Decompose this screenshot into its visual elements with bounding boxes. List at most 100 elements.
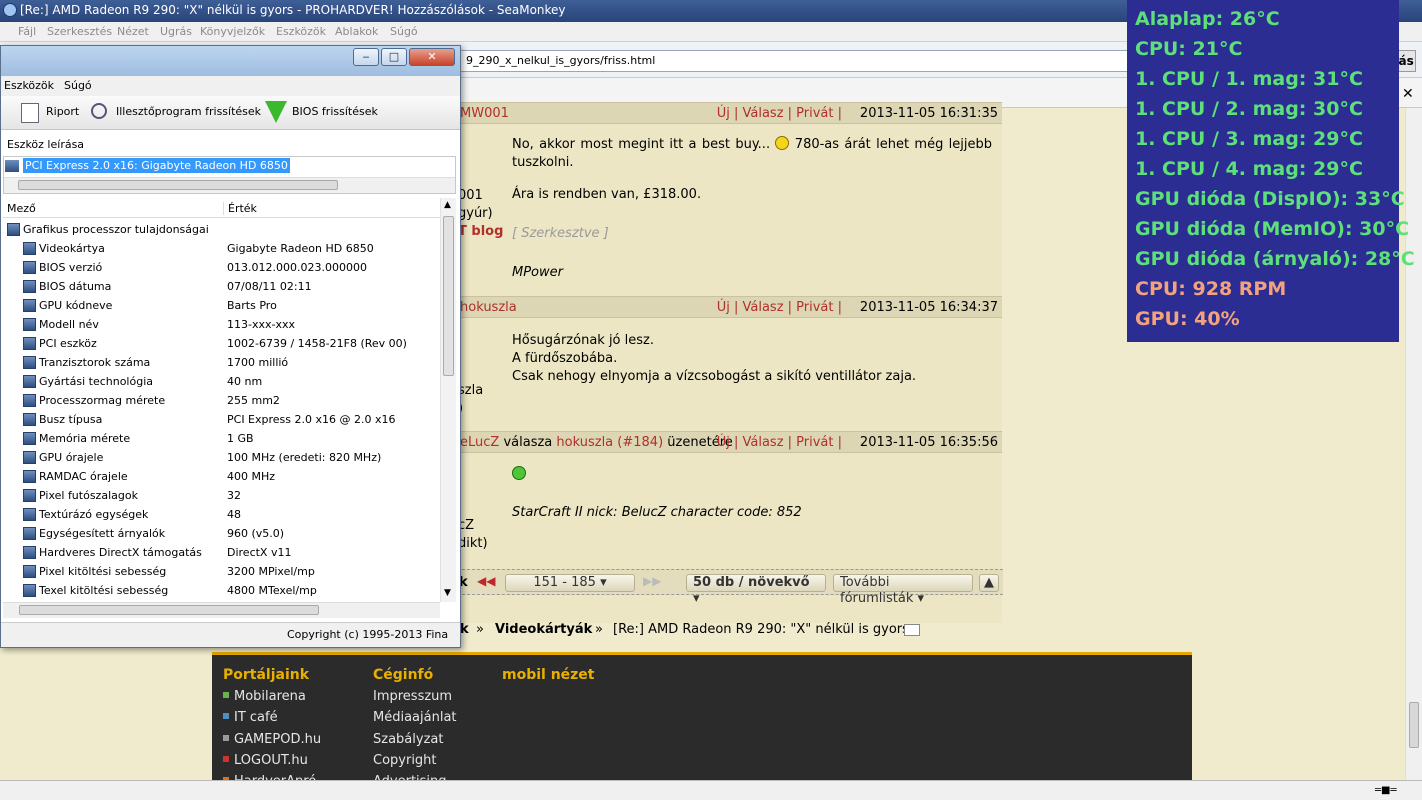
scrollbar-thumb[interactable]	[18, 180, 338, 190]
post-author-link[interactable]: hokuszla	[460, 300, 517, 315]
envelope-icon[interactable]	[904, 624, 920, 636]
tool-menu-help[interactable]: Súgó	[64, 79, 92, 92]
property-grid-hscrollbar[interactable]	[3, 602, 440, 618]
table-row[interactable]: Gyártási technológia 40 nm	[3, 372, 440, 391]
footer-link-szabalyzat[interactable]: Szabályzat	[373, 732, 443, 747]
more-forums-label: További fórumlisták	[840, 575, 914, 606]
post-author-link[interactable]: eLucZ	[460, 435, 499, 450]
menu-windows[interactable]: Ablakok	[335, 25, 378, 38]
close-tab-icon[interactable]: ✕	[1402, 86, 1414, 102]
table-row[interactable]: Videokártya Gigabyte Radeon HD 6850	[3, 239, 440, 258]
footer-link-mobilarena[interactable]: Mobilarena	[223, 689, 306, 704]
sensor-reading: 1. CPU / 1. mag: 31°C	[1135, 68, 1363, 90]
table-row[interactable]: BIOS verzió 013.012.000.023.000000	[3, 258, 440, 277]
more-forums-select[interactable]: További fórumlisták ▾	[833, 574, 973, 606]
table-row[interactable]: Memória mérete 1 GB	[3, 429, 440, 448]
driver-updates-button[interactable]: Illesztőprogram frissítések	[116, 105, 261, 118]
report-button[interactable]: Riport	[46, 105, 79, 118]
property-icon	[23, 451, 36, 464]
post-author-link[interactable]: MW001	[460, 106, 509, 121]
close-button[interactable]: ✕	[409, 48, 455, 66]
edited-link[interactable]: [ Szerkesztve ]	[512, 225, 992, 243]
author-rank-fragment: gyúr)	[458, 206, 493, 221]
post-signature: MPower	[512, 265, 563, 280]
table-row[interactable]: BIOS dátuma 07/08/11 02:11	[3, 277, 440, 296]
footer-link-copyright[interactable]: Copyright	[373, 753, 437, 768]
tool-status-bar: Copyright (c) 1995-2013 Fina	[1, 622, 460, 647]
device-list-hscrollbar[interactable]	[4, 177, 455, 193]
table-row[interactable]: Egységesített árnyalók 960 (v5.0)	[3, 524, 440, 543]
breadcrumb-fragment[interactable]: k	[460, 622, 469, 637]
footer-link-gamepod[interactable]: GAMEPOD.hu	[223, 732, 321, 747]
table-row[interactable]: Processzormag mérete 255 mm2	[3, 391, 440, 410]
post-actions[interactable]: Új | Válasz | Privát |	[717, 300, 842, 315]
table-row[interactable]: Pixel kitöltési sebesség 3200 MPixel/mp	[3, 562, 440, 581]
property-value: 4800 MTexel/mp	[227, 584, 317, 597]
footer-link-itcafe[interactable]: IT café	[223, 710, 278, 725]
table-row[interactable]: Hardveres DirectX támogatás DirectX v11	[3, 543, 440, 562]
column-value[interactable]: Érték	[223, 202, 257, 215]
scrollbar-thumb[interactable]	[443, 216, 454, 376]
selected-device[interactable]: PCI Express 2.0 x16: Gigabyte Radeon HD …	[23, 158, 290, 173]
table-row[interactable]: Textúrázó egységek 48	[3, 505, 440, 524]
scroll-down-icon[interactable]: ▼	[444, 588, 451, 598]
device-description-label: Eszköz leírása	[7, 138, 85, 151]
reply-to-link[interactable]: hokuszla	[556, 435, 613, 450]
tool-title-bar[interactable]: ‒ □ ✕	[1, 46, 460, 76]
menu-bookmarks[interactable]: Könyvjelzők	[200, 25, 265, 38]
breadcrumb-category[interactable]: Videokártyák	[495, 622, 592, 637]
bullet-icon	[223, 692, 229, 698]
table-row[interactable]: Busz típusa PCI Express 2.0 x16 @ 2.0 x16	[3, 410, 440, 429]
scroll-top-button[interactable]: ▲	[979, 574, 999, 592]
footer-link-impresszum[interactable]: Impresszum	[373, 689, 452, 704]
footer-mobile-view-link[interactable]: mobil nézet	[502, 667, 595, 683]
first-page-icon[interactable]: ◀◀	[477, 574, 495, 588]
minimize-button[interactable]: ‒	[353, 48, 379, 66]
tool-copyright: Copyright (c) 1995-2013 Fina	[287, 628, 449, 641]
property-value: 48	[227, 508, 241, 521]
column-field[interactable]: Mező	[7, 202, 36, 215]
menu-view[interactable]: Nézet	[117, 25, 149, 38]
table-row[interactable]: PCI eszköz 1002-6739 / 1458-21F8 (Rev 00)	[3, 334, 440, 353]
menu-help[interactable]: Súgó	[390, 25, 418, 38]
maximize-button[interactable]: □	[381, 48, 407, 66]
page-range-select[interactable]: 151 - 185 ▾	[505, 574, 635, 592]
device-list-item[interactable]: PCI Express 2.0 x16: Gigabyte Radeon HD …	[5, 158, 290, 175]
menu-file[interactable]: Fájl	[18, 25, 36, 38]
page-scrollbar[interactable]	[1405, 108, 1422, 780]
reply-number-link[interactable]: (#184)	[617, 435, 663, 450]
property-icon	[23, 527, 36, 540]
property-value: 100 MHz (eredeti: 820 MHz)	[227, 451, 382, 464]
property-value: 113-xxx-xxx	[227, 318, 295, 331]
table-row[interactable]: RAMDAC órajele 400 MHz	[3, 467, 440, 486]
sensor-reading: GPU: 40%	[1135, 308, 1240, 330]
page-margin	[1192, 652, 1405, 780]
author-blog-link[interactable]: T blog	[458, 224, 503, 239]
property-value: 3200 MPixel/mp	[227, 565, 315, 578]
table-row[interactable]: Modell név 113-xxx-xxx	[3, 315, 440, 334]
table-row[interactable]: Pixel futószalagok 32	[3, 486, 440, 505]
menu-go[interactable]: Ugrás	[160, 25, 192, 38]
table-row[interactable]: GPU kódneve Barts Pro	[3, 296, 440, 315]
table-row[interactable]: GPU órajele 100 MHz (eredeti: 820 MHz)	[3, 448, 440, 467]
property-field: Pixel kitöltési sebesség	[39, 565, 167, 578]
scroll-up-icon[interactable]: ▲	[444, 200, 451, 210]
post-actions[interactable]: Új | Válasz | Privát |	[717, 106, 842, 121]
bios-updates-button[interactable]: BIOS frissítések	[292, 105, 378, 118]
menu-edit[interactable]: Szerkesztés	[47, 25, 112, 38]
tool-menu-tools[interactable]: Eszközök	[4, 79, 54, 92]
property-icon	[23, 470, 36, 483]
property-group-row[interactable]: Grafikus processzor tulajdonságai	[3, 220, 440, 239]
post-actions[interactable]: Új | Válasz | Privát |	[717, 435, 842, 450]
per-page-select[interactable]: 50 db / növekvő ▾	[686, 574, 826, 606]
scrollbar-thumb[interactable]	[19, 605, 319, 615]
menu-tools[interactable]: Eszközök	[276, 25, 326, 38]
property-grid-vscrollbar[interactable]: ▲ ▼	[440, 198, 456, 602]
footer-link-logout[interactable]: LOGOUT.hu	[223, 753, 308, 768]
table-row[interactable]: Texel kitöltési sebesség 4800 MTexel/mp	[3, 581, 440, 600]
scrollbar-thumb[interactable]	[1409, 702, 1419, 748]
property-icon	[23, 508, 36, 521]
footer-link-mediaajanlat[interactable]: Médiaajánlat	[373, 710, 457, 725]
last-page-icon[interactable]: ▶▶	[643, 574, 661, 588]
table-row[interactable]: Tranzisztorok száma 1700 millió	[3, 353, 440, 372]
